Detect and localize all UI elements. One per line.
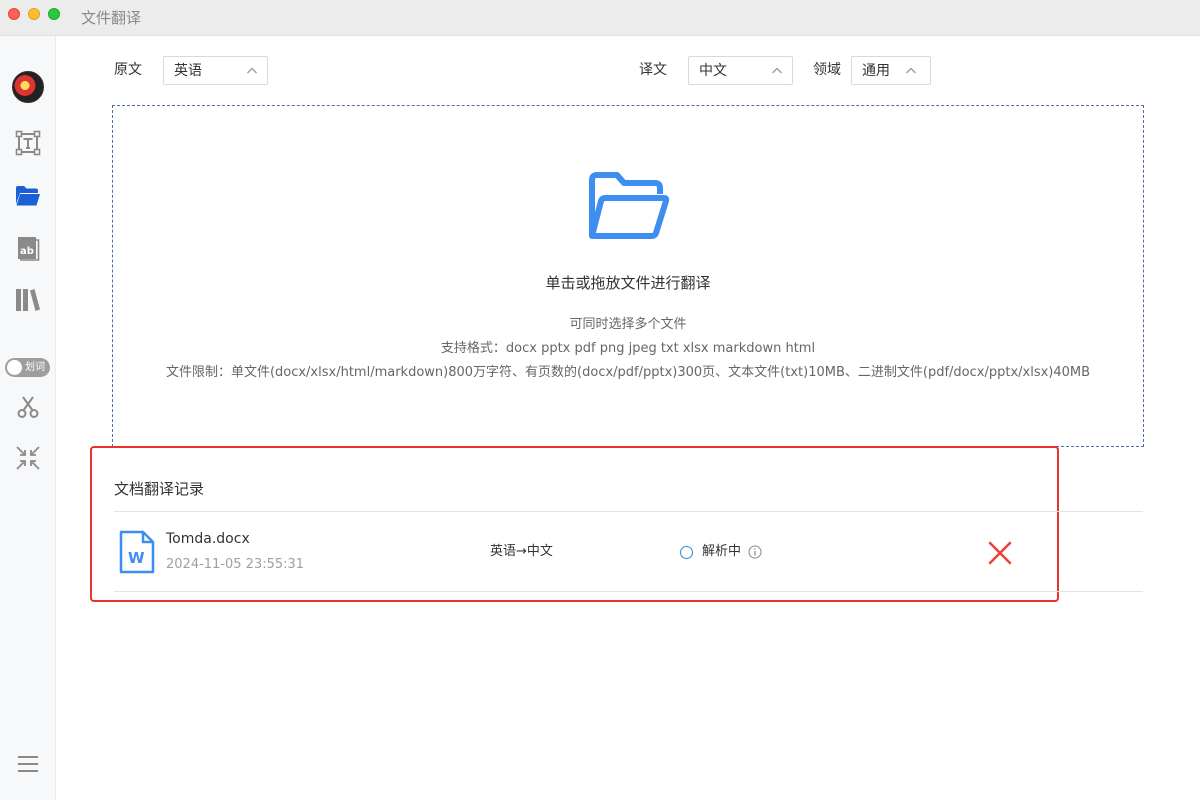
sidebar-item-text-translate[interactable] — [8, 123, 48, 163]
shrink-icon — [16, 446, 40, 470]
sidebar: ab 划词 — [0, 36, 56, 800]
title-bar: 文件翻译 — [0, 0, 1200, 36]
chevron-up-icon — [772, 67, 782, 74]
folder-open-icon — [589, 172, 670, 239]
source-language-select[interactable]: 英语 — [163, 56, 268, 85]
chevron-up-icon — [906, 67, 916, 74]
records-divider-top — [114, 511, 1143, 512]
sidebar-item-shrink[interactable] — [8, 438, 48, 478]
target-language-select[interactable]: 中文 — [688, 56, 793, 85]
folder-icon — [16, 186, 40, 206]
translation-direction: 英语→中文 — [490, 544, 553, 559]
sidebar-item-document-translate[interactable] — [8, 176, 48, 216]
status-text: 解析中 — [702, 544, 742, 559]
dropzone-title: 单击或拖放文件进行翻译 — [545, 274, 711, 292]
avatar[interactable] — [12, 71, 44, 103]
svg-text:ab: ab — [20, 246, 34, 257]
domain-select[interactable]: 通用 — [851, 56, 931, 85]
status-badge: 解析中 — [680, 542, 762, 562]
toggle-label: 划词 — [25, 362, 45, 373]
domain-label: 领域 — [813, 62, 841, 78]
source-language-value: 英语 — [174, 63, 202, 79]
chevron-up-icon — [247, 67, 257, 74]
records-divider-bottom — [114, 591, 1143, 592]
window-title: 文件翻译 — [81, 9, 142, 27]
scissors-icon — [17, 396, 39, 418]
domain-value: 通用 — [862, 63, 890, 79]
image-translate-icon: ab — [18, 237, 40, 261]
menu-icon[interactable] — [16, 754, 40, 774]
file-name: Tomda.docx — [166, 531, 250, 547]
svg-text:W: W — [128, 549, 145, 567]
sidebar-item-image-translate[interactable]: ab — [8, 228, 48, 268]
text-translate-icon — [15, 130, 41, 156]
sidebar-item-library[interactable] — [8, 280, 48, 320]
toggle-knob — [7, 360, 22, 375]
records-title: 文档翻译记录 — [114, 480, 205, 498]
word-doc-icon: W — [119, 530, 155, 574]
close-icon[interactable] — [986, 539, 1014, 567]
dropzone-hint-limits: 文件限制：单文件(docx/xlsx/html/markdown)800万字符、… — [165, 365, 1091, 380]
dropzone-hint-multi: 可同时选择多个文件 — [569, 317, 687, 332]
source-language-label: 原文 — [114, 62, 142, 78]
word-pick-toggle[interactable]: 划词 — [5, 358, 50, 377]
highlight-box — [90, 446, 1059, 602]
close-window-button[interactable] — [8, 8, 20, 20]
status-ring-icon — [680, 545, 693, 559]
target-language-value: 中文 — [699, 63, 727, 79]
minimize-window-button[interactable] — [28, 8, 40, 20]
maximize-window-button[interactable] — [48, 8, 60, 20]
file-time: 2024-11-05 23:55:31 — [166, 557, 305, 572]
sidebar-item-screenshot[interactable] — [8, 387, 48, 427]
library-icon — [16, 289, 40, 311]
info-icon[interactable] — [748, 545, 762, 559]
file-drop-zone[interactable]: 单击或拖放文件进行翻译 可同时选择多个文件 支持格式：docx pptx pdf… — [112, 105, 1144, 447]
dropzone-hint-formats: 支持格式：docx pptx pdf png jpeg txt xlsx mar… — [440, 341, 816, 356]
target-language-label: 译文 — [639, 62, 667, 78]
